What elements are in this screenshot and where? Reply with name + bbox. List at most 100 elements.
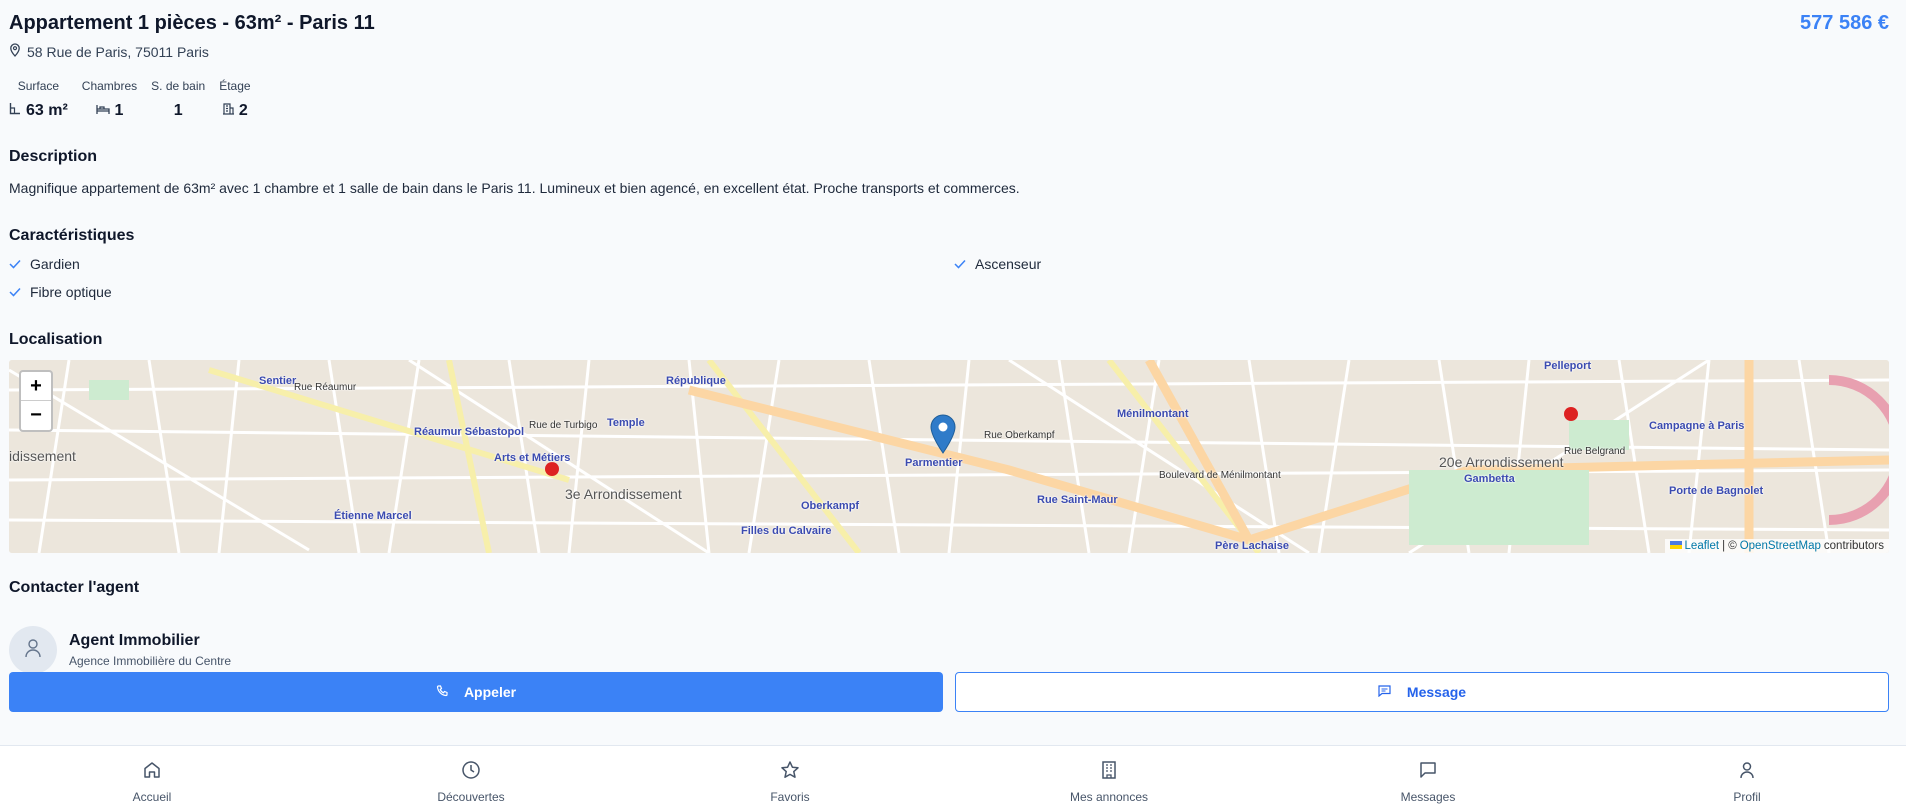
message-icon [1378,684,1391,700]
map-label: 3e Arrondissement [565,486,682,502]
spec-bedrooms: Chambres 1 [82,79,137,120]
map-label: Rue Saint-Maur [1037,494,1118,506]
map[interactable]: République Temple Réaumur Sébastopol Art… [9,360,1889,553]
nav-label: Découvertes [437,790,505,804]
map-label: Étienne Marcel [334,510,412,522]
spec-floor: Étage 2 [219,79,250,120]
map-label: Rue Oberkampf [984,430,1055,441]
user-icon [1737,760,1757,785]
spec-value: 2 [238,102,248,119]
listing-price: 577 586 € [1800,12,1889,34]
nav-label: Profil [1733,790,1761,804]
nav-item-messages[interactable]: Messages [1368,760,1488,804]
description-text: Magnifique appartement de 63m² avec 1 ch… [9,180,1020,196]
map-label: Ménilmontant [1117,408,1189,420]
check-icon [9,284,21,300]
phone-icon [436,684,448,700]
feature-label: Ascenseur [975,256,1042,272]
spec-label: Surface [17,79,60,93]
nav-label: Mes annonces [1069,790,1149,804]
nav-label: Accueil [132,790,172,804]
check-icon [954,256,966,272]
listing-title: Appartement 1 pièces - 63m² - Paris 11 [9,12,375,34]
feature-label: Fibre optique [30,284,112,300]
agent-card: Agent Immobilier Agence Immobilière du C… [9,626,231,674]
map-label: Filles du Calvaire [741,525,832,537]
spec-bathrooms: S. de bain 1 [151,79,205,120]
map-label: idissement [9,448,76,464]
map-label: République [666,375,726,387]
zoom-control: + − [19,370,53,432]
features-list: Gardien Ascenseur Fibre optique [9,256,1889,306]
spec-value-wrap: 2 [222,102,248,120]
agent-info: Agent Immobilier Agence Immobilière du C… [69,632,231,668]
feature-item: Ascenseur [954,256,1041,272]
attribution-suffix: contributors [1823,540,1884,552]
map-label: Campagne à Paris [1649,420,1745,432]
spec-value: 63 m² [26,102,68,119]
spec-label: Chambres [81,79,138,93]
osm-link[interactable]: OpenStreetMap [1740,540,1821,552]
spec-label: Étage [219,79,251,93]
home-icon [142,760,162,785]
map-label: Rue Réaumur [294,382,357,393]
agent-agency: Agence Immobilière du Centre [69,654,232,668]
floor-area-icon [9,102,21,120]
map-label: Pelleport [1544,360,1592,372]
nav-item-decouvertes[interactable]: Découvertes [411,760,531,804]
zoom-in-button[interactable]: + [21,372,51,401]
chat-icon [1418,760,1438,785]
map-label: Père Lachaise [1215,540,1289,552]
star-icon [780,760,800,785]
location-pin-icon [9,43,21,60]
spec-value: 1 [114,102,124,119]
avatar [9,626,57,674]
map-label: Oberkampf [801,500,860,512]
leaflet-link[interactable]: Leaflet [1685,540,1720,552]
map-label: Sentier [259,375,297,387]
map-label: Arts et Métiers [494,452,571,464]
ukraine-flag-icon [1669,540,1682,552]
nav-item-profil[interactable]: Profil [1687,760,1807,804]
title-row: Appartement 1 pièces - 63m² - Paris 11 5… [9,12,1889,42]
feature-label: Gardien [30,256,80,272]
nav-label: Favoris [770,790,810,804]
attribution-separator: | © [1722,540,1737,552]
map-label: Rue de Turbigo [529,420,598,431]
spec-label: S. de bain [151,79,206,93]
spec-value-wrap: 63 m² [9,102,68,120]
user-icon [24,638,42,663]
nav-item-accueil[interactable]: Accueil [92,760,212,804]
map-label: Rue Belgrand [1564,446,1626,457]
clock-icon [461,760,481,785]
map-attribution: Leaflet | © OpenStreetMap contributors [1664,539,1889,553]
call-button[interactable]: Appeler [9,672,943,712]
spec-surface: Surface 63 m² [9,79,68,120]
features-title: Caractéristiques [9,227,135,244]
building-icon [1099,760,1119,785]
nav-item-favoris[interactable]: Favoris [730,760,850,804]
map-label: Temple [607,417,645,429]
listing-address: 58 Rue de Paris, 75011 Paris [9,43,209,60]
call-label: Appeler [463,684,517,700]
message-label: Message [1406,684,1467,700]
map-label: Gambetta [1464,473,1515,485]
description-title: Description [9,148,98,165]
message-button[interactable]: Message [955,672,1889,712]
location-title: Localisation [9,331,103,348]
nav-item-mes-annonces[interactable]: Mes annonces [1049,760,1169,804]
address-text: 58 Rue de Paris, 75011 Paris [27,43,209,60]
map-label: Réaumur Sébastopol [414,426,525,438]
map-marker-icon[interactable] [930,414,956,459]
contact-title: Contacter l'agent [9,579,140,596]
nav-label: Messages [1400,790,1456,804]
feature-item: Fibre optique [9,284,112,300]
check-icon [9,256,21,272]
spec-value: 1 [173,102,183,119]
map-label: Boulevard de Ménilmontant [1159,470,1281,481]
bed-icon [95,102,110,120]
feature-item: Gardien [9,256,80,272]
zoom-out-button[interactable]: − [21,401,51,430]
bottom-navigation: Accueil Découvertes Favoris Mes annonces… [0,745,1906,809]
spec-value-wrap: 1 [95,102,124,120]
